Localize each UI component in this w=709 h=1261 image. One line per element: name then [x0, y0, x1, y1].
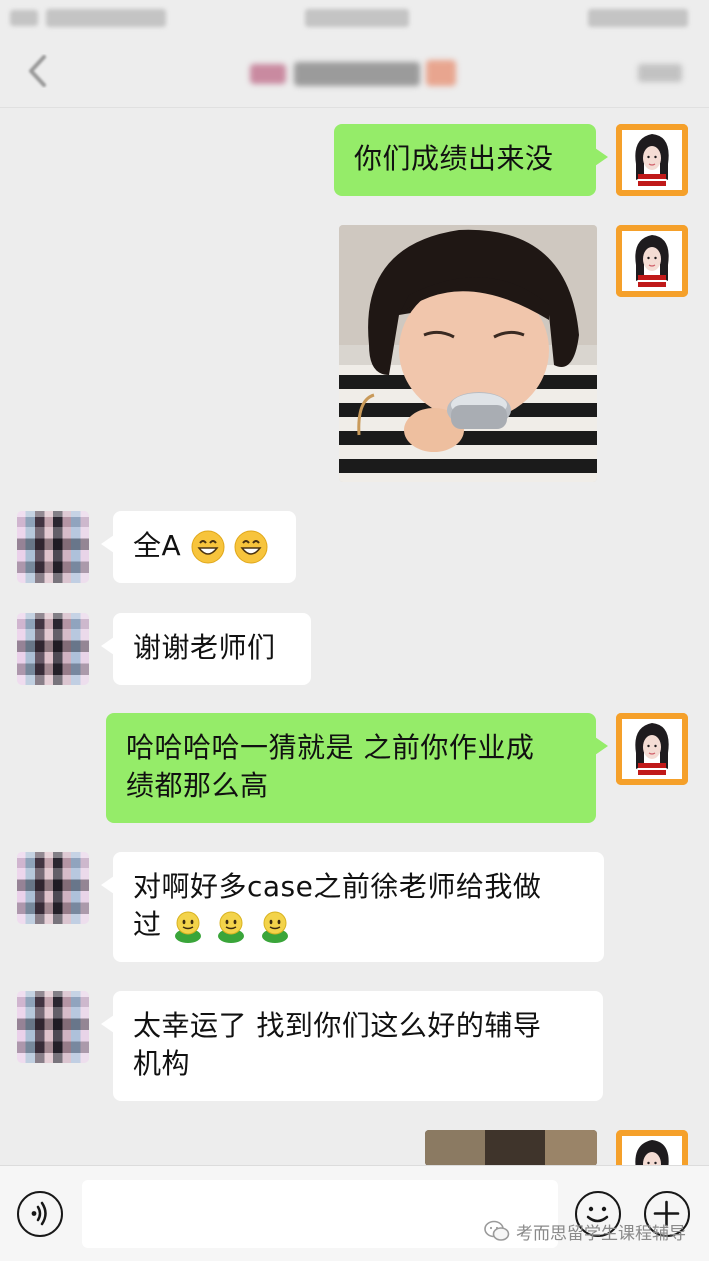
- photo-thumbnail-icon: [425, 1130, 597, 1166]
- more-options-button[interactable]: [638, 64, 682, 82]
- message-text-line: 太幸运了 找到你们这么好的辅导: [133, 1009, 542, 1042]
- message-text: 全A: [133, 529, 182, 562]
- girl-portrait-icon: [616, 713, 688, 785]
- message-bubble-received[interactable]: 谢谢老师们: [101, 613, 311, 685]
- face-emoji-icon: [426, 60, 456, 86]
- signal-icon: [10, 10, 38, 26]
- message-text-line: 哈哈哈哈一猜就是 之前你作业成: [126, 731, 535, 764]
- message-text-line: 绩都那么高: [126, 769, 269, 802]
- message-text-line: 对啊好多case之前徐老师给我做: [133, 870, 542, 903]
- chevron-left-icon: [29, 55, 46, 87]
- contact-avatar[interactable]: [17, 991, 89, 1063]
- message-text: 过: [133, 908, 162, 941]
- message-bubble-received[interactable]: 全A: [101, 511, 296, 583]
- message-bubble-sent[interactable]: 你们成绩出来没: [334, 124, 608, 196]
- my-avatar[interactable]: [616, 124, 688, 196]
- contact-avatar[interactable]: [17, 852, 89, 924]
- chat-header: [0, 36, 709, 108]
- carrier-text: [46, 9, 166, 27]
- grinning-emoji-icon: [191, 530, 225, 564]
- grinning-emoji-icon: [234, 530, 268, 564]
- contact-avatar[interactable]: [17, 613, 89, 685]
- watermark: 考而思留学生课程辅导: [484, 1218, 686, 1244]
- happy-green-emoji-icon: [214, 909, 248, 943]
- watermark-text: 考而思留学生课程辅导: [516, 1223, 686, 1244]
- clock-text: [305, 9, 409, 27]
- input-toolbar: [0, 1165, 709, 1261]
- message-text: 谢谢老师们: [133, 631, 276, 664]
- chat-title: [250, 58, 460, 88]
- girl-portrait-icon: [616, 124, 688, 196]
- image-message[interactable]: [339, 225, 597, 482]
- happy-green-emoji-icon: [171, 909, 205, 943]
- message-bubble-sent[interactable]: 哈哈哈哈一猜就是 之前你作业成 绩都那么高: [106, 713, 608, 823]
- contact-name: [294, 62, 420, 86]
- message-text-line: 机构: [133, 1047, 191, 1080]
- happy-green-emoji-icon: [258, 909, 292, 943]
- girl-portrait-icon: [616, 225, 688, 297]
- message-text: 你们成绩出来没: [354, 142, 554, 175]
- wechat-logo-icon: [484, 1220, 510, 1241]
- child-drinking-photo-icon: [339, 225, 597, 482]
- status-bar: [0, 0, 709, 36]
- my-avatar[interactable]: [616, 225, 688, 297]
- back-button[interactable]: [26, 54, 50, 88]
- message-bubble-received[interactable]: 对啊好多case之前徐老师给我做 过: [101, 852, 604, 962]
- voice-button[interactable]: [17, 1191, 63, 1237]
- message-text-line-2: 过: [133, 906, 584, 944]
- voice-icon: [31, 1201, 47, 1226]
- contact-avatar[interactable]: [17, 511, 89, 583]
- flag-emoji-icon: [250, 64, 286, 84]
- image-message[interactable]: [425, 1130, 597, 1166]
- battery-icon: [588, 9, 688, 27]
- message-bubble-received[interactable]: 太幸运了 找到你们这么好的辅导 机构: [101, 991, 603, 1101]
- my-avatar[interactable]: [616, 713, 688, 785]
